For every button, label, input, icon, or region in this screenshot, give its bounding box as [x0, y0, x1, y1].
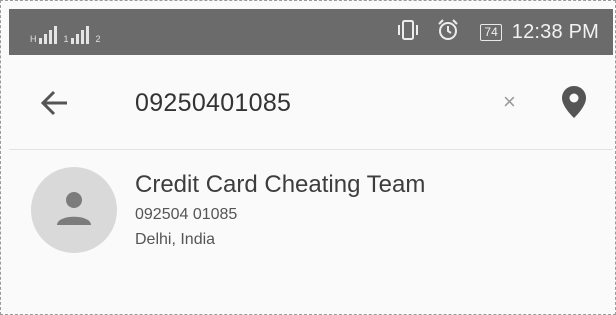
result-number: 092504 01085	[135, 206, 238, 223]
back-button[interactable]	[37, 85, 73, 121]
signal-indicators: H 1 2	[29, 20, 103, 44]
status-bar: H 1 2 74 12:38 PM	[9, 9, 613, 55]
result-location: Delhi, India	[135, 231, 216, 248]
vibrate-icon	[396, 19, 420, 46]
avatar	[31, 167, 117, 253]
search-bar: 09250401085 ×	[9, 55, 613, 150]
alarm-icon	[436, 18, 460, 47]
person-icon	[57, 192, 91, 225]
location-pin-icon	[562, 86, 586, 118]
search-query-text[interactable]: 09250401085	[135, 89, 291, 118]
status-time: 12:38 PM	[511, 20, 599, 43]
battery-level: 74	[484, 24, 498, 39]
back-arrow-icon	[40, 90, 67, 116]
signal-icon	[70, 26, 89, 44]
result-name: Credit Card Cheating Team	[135, 171, 426, 198]
sim-1-label: 1	[63, 34, 69, 44]
battery-icon: 74	[480, 23, 502, 41]
network-type-label: H	[30, 34, 37, 44]
sim-2-label: 2	[95, 34, 101, 44]
location-button[interactable]	[561, 85, 587, 124]
phone-screen: H 1 2 74 12:38 PM 09250401085 × Credit C…	[0, 0, 616, 315]
search-result-item[interactable]: Credit Card Cheating Team 092504 01085 D…	[9, 151, 613, 261]
signal-icon	[38, 26, 57, 44]
clear-search-button[interactable]: ×	[503, 89, 516, 115]
